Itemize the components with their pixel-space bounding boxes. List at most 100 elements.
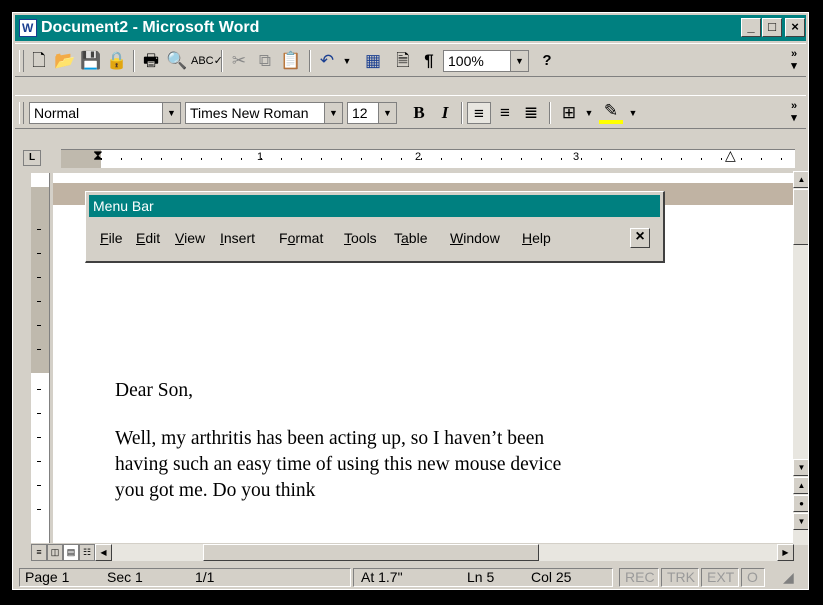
status-trk[interactable]: TRK (667, 568, 695, 587)
vertical-ruler[interactable] (31, 173, 50, 543)
tab-selector[interactable]: L (23, 150, 41, 166)
horizontal-scrollbar[interactable]: ≡ ◫ ▤ ☷ ◀ ▶ (31, 544, 794, 561)
normal-view-icon[interactable]: ≡ (31, 544, 47, 561)
open-icon[interactable]: 📂 (53, 50, 77, 72)
menu-accelerator: W (450, 230, 464, 246)
menu-view[interactable]: View (175, 230, 205, 246)
menu-file[interactable]: File (100, 230, 123, 246)
left-indent-marker[interactable]: ⧗ (93, 147, 103, 164)
paste-icon[interactable]: 📋 (279, 50, 303, 72)
permission-icon[interactable]: 🔒 (105, 50, 129, 72)
scroll-down-button[interactable]: ▼ (793, 459, 808, 476)
font-size-box[interactable]: 12 (347, 102, 379, 124)
status-section: Sec 1 (107, 569, 143, 585)
font-size-dropdown-arrow[interactable]: ▼ (379, 102, 397, 124)
cut-icon[interactable]: ✂ (227, 50, 251, 72)
font-box[interactable]: Times New Roman (185, 102, 325, 124)
menu-help[interactable]: Help (522, 230, 551, 246)
ruler-tick (37, 229, 41, 230)
close-button[interactable]: × (785, 18, 805, 37)
web-layout-view-icon[interactable]: ◫ (47, 544, 63, 561)
menu-label: ile (108, 230, 123, 246)
spelling-icon[interactable]: ABC✓ (191, 50, 223, 72)
status-ovr[interactable]: O (747, 568, 758, 587)
menu-bar-close-button[interactable]: × (630, 228, 650, 248)
menu-edit[interactable]: Edit (136, 230, 160, 246)
style-box[interactable]: Normal (29, 102, 163, 124)
maximize-button[interactable]: □ (762, 18, 782, 37)
menu-format[interactable]: Format (279, 230, 323, 246)
ruler-tick (37, 509, 41, 510)
print-preview-icon[interactable]: 🔍 (165, 50, 189, 72)
minimize-button[interactable]: _ (741, 18, 761, 37)
vertical-scroll-thumb[interactable] (793, 189, 808, 245)
justify-icon[interactable]: ≣ (519, 102, 543, 124)
right-indent-marker[interactable]: △ (725, 147, 736, 164)
menu-tools[interactable]: Tools (344, 230, 377, 246)
align-left-icon[interactable]: ≡ (467, 102, 491, 124)
menu-label: nsert (223, 230, 256, 246)
font-dropdown-arrow[interactable]: ▼ (325, 102, 343, 124)
style-dropdown-arrow[interactable]: ▼ (163, 102, 181, 124)
menu-window[interactable]: Window (450, 230, 500, 246)
outline-view-icon[interactable]: ☷ (79, 544, 95, 561)
help-icon[interactable]: ? (535, 50, 559, 72)
vertical-scrollbar[interactable]: ▲ ▼ ▲ ● ▼ (793, 171, 808, 545)
document-line[interactable]: having such an easy time of using this n… (115, 454, 561, 476)
menu-accelerator: V (175, 230, 185, 246)
highlight-icon[interactable]: ✎ (599, 102, 623, 124)
align-center-icon[interactable]: ≡ (493, 102, 517, 124)
word-app-icon[interactable] (19, 15, 37, 41)
toolbar-options-chevron[interactable]: » ▾ (787, 48, 801, 72)
menu-label: T (394, 230, 401, 246)
previous-page-button[interactable]: ▲ (793, 477, 808, 494)
next-page-button[interactable]: ▼ (793, 513, 808, 530)
scroll-left-button[interactable]: ◀ (95, 544, 112, 561)
save-icon[interactable]: 💾 (79, 50, 103, 72)
toolbar-separator (549, 102, 551, 124)
resize-grip-icon[interactable]: ◢ (783, 568, 794, 587)
table-icon[interactable]: ▦ (361, 50, 385, 72)
toolbar-options-chevron[interactable]: » ▾ (787, 100, 801, 124)
scroll-right-button[interactable]: ▶ (777, 544, 794, 561)
ruler-tick (37, 349, 41, 350)
menu-label: ble (408, 230, 428, 246)
menu-insert[interactable]: Insert (220, 230, 255, 246)
bold-button[interactable]: B (407, 102, 431, 124)
toolbar-separator (221, 50, 223, 72)
ruler-number: 2 (415, 151, 422, 163)
menu-label: ools (351, 230, 377, 246)
menu-table[interactable]: Table (394, 230, 427, 246)
document-line[interactable]: Dear Son, (115, 380, 193, 402)
browse-object-button[interactable]: ● (793, 495, 808, 512)
toolbar-grip[interactable] (19, 50, 24, 72)
document-line[interactable]: Well, my arthritis has been acting up, s… (115, 428, 544, 450)
document-map-icon[interactable]: 🗎 (391, 50, 415, 72)
show-formatting-icon[interactable]: ¶ (417, 50, 441, 72)
toolbar-grip[interactable] (19, 102, 24, 124)
status-ext[interactable]: EXT (707, 568, 734, 587)
print-layout-view-icon[interactable]: ▤ (63, 544, 79, 561)
zoom-box[interactable]: 100% (443, 50, 511, 72)
status-column: Col 25 (531, 569, 572, 585)
borders-dropdown-icon[interactable]: ▼ (577, 102, 601, 124)
menu-bar-title[interactable]: Menu Bar (89, 195, 660, 217)
ruler-number: 1 (257, 151, 264, 163)
new-icon[interactable]: 🗋 (27, 50, 51, 72)
status-line: Ln 5 (467, 569, 495, 585)
scroll-up-button[interactable]: ▲ (793, 171, 808, 188)
menu-label: F (279, 230, 288, 246)
copy-icon[interactable]: ⧉ (253, 50, 277, 72)
horizontal-ruler[interactable]: ⧗ 1 2 3 △ (61, 147, 795, 168)
zoom-dropdown-arrow[interactable]: ▼ (511, 50, 529, 72)
document-line[interactable]: you got me. Do you think (115, 480, 315, 502)
italic-button[interactable]: I (433, 102, 457, 124)
undo-dropdown-icon[interactable]: ▼ (335, 50, 359, 72)
print-icon[interactable]: 🖶 (139, 50, 163, 72)
highlight-dropdown-icon[interactable]: ▼ (621, 102, 645, 124)
status-rec[interactable]: REC (625, 568, 655, 587)
horizontal-scroll-thumb[interactable] (203, 544, 539, 561)
ruler-area: L ⧗ 1 2 3 △ (15, 143, 806, 171)
title-bar[interactable]: Document2 - Microsoft Word _ □ × (15, 15, 806, 41)
status-page-count: 1/1 (195, 569, 215, 585)
